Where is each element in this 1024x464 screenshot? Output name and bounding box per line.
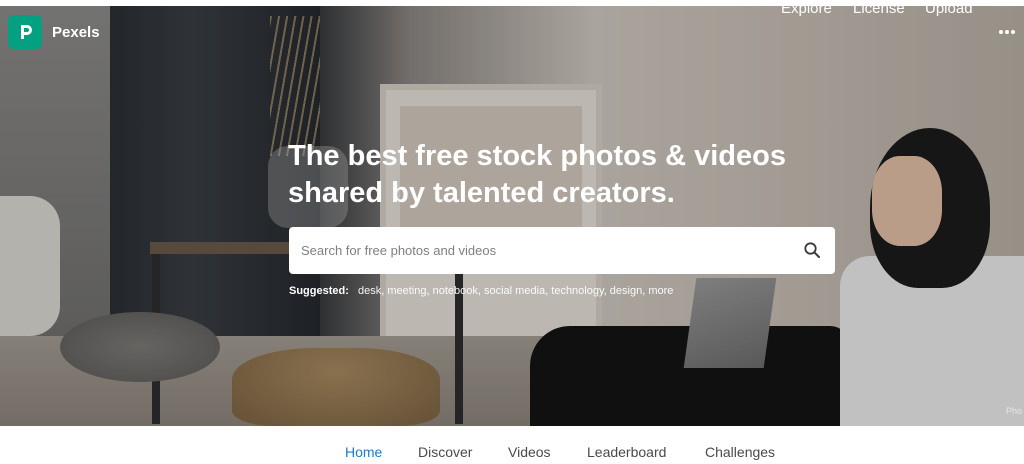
suggested-tag-technology[interactable]: technology [551, 285, 603, 297]
tab-discover[interactable]: Discover [418, 444, 472, 460]
headline-line-1: The best free stock photos & videos [288, 140, 786, 172]
tab-leaderboard[interactable]: Leaderboard [587, 444, 666, 460]
section-tabs: Home Discover Videos Leaderboard Challen… [0, 426, 1024, 464]
photo-credit[interactable]: Pho [1006, 406, 1022, 416]
hero-banner: Pho [0, 6, 1024, 426]
pexels-logo-icon[interactable] [8, 15, 42, 49]
tab-home[interactable]: Home [345, 444, 382, 460]
suggested-tag-meeting[interactable]: meeting [387, 285, 426, 297]
suggested-tag-social-media[interactable]: social media [484, 285, 545, 297]
brand-name[interactable]: Pexels [52, 24, 100, 41]
dot [1011, 30, 1015, 34]
dot [999, 30, 1003, 34]
nav-upload[interactable]: Upload [925, 0, 973, 17]
ellipsis-icon[interactable] [999, 30, 1015, 34]
search-input[interactable] [301, 239, 781, 261]
suggested-more-link[interactable]: more [648, 285, 673, 297]
suggested-tag-desk[interactable]: desk [358, 285, 381, 297]
tab-challenges[interactable]: Challenges [705, 444, 775, 460]
hero-overlay [0, 6, 1024, 426]
search-icon[interactable] [803, 241, 821, 259]
dot [1005, 30, 1009, 34]
nav-license[interactable]: License [853, 0, 905, 17]
suggested-tag-notebook[interactable]: notebook [433, 285, 478, 297]
tab-videos[interactable]: Videos [508, 444, 551, 460]
suggested-searches: Suggested: desk, meeting, notebook, soci… [289, 285, 674, 297]
hero-headline: The best free stock photos & videos shar… [288, 138, 848, 212]
suggested-label: Suggested: [289, 285, 349, 297]
suggested-tag-design[interactable]: design [610, 285, 642, 297]
headline-line-2: shared by talented creators. [288, 177, 675, 209]
logo-glyph [21, 25, 32, 39]
search-box[interactable] [289, 227, 835, 274]
nav-explore[interactable]: Explore [781, 0, 832, 17]
